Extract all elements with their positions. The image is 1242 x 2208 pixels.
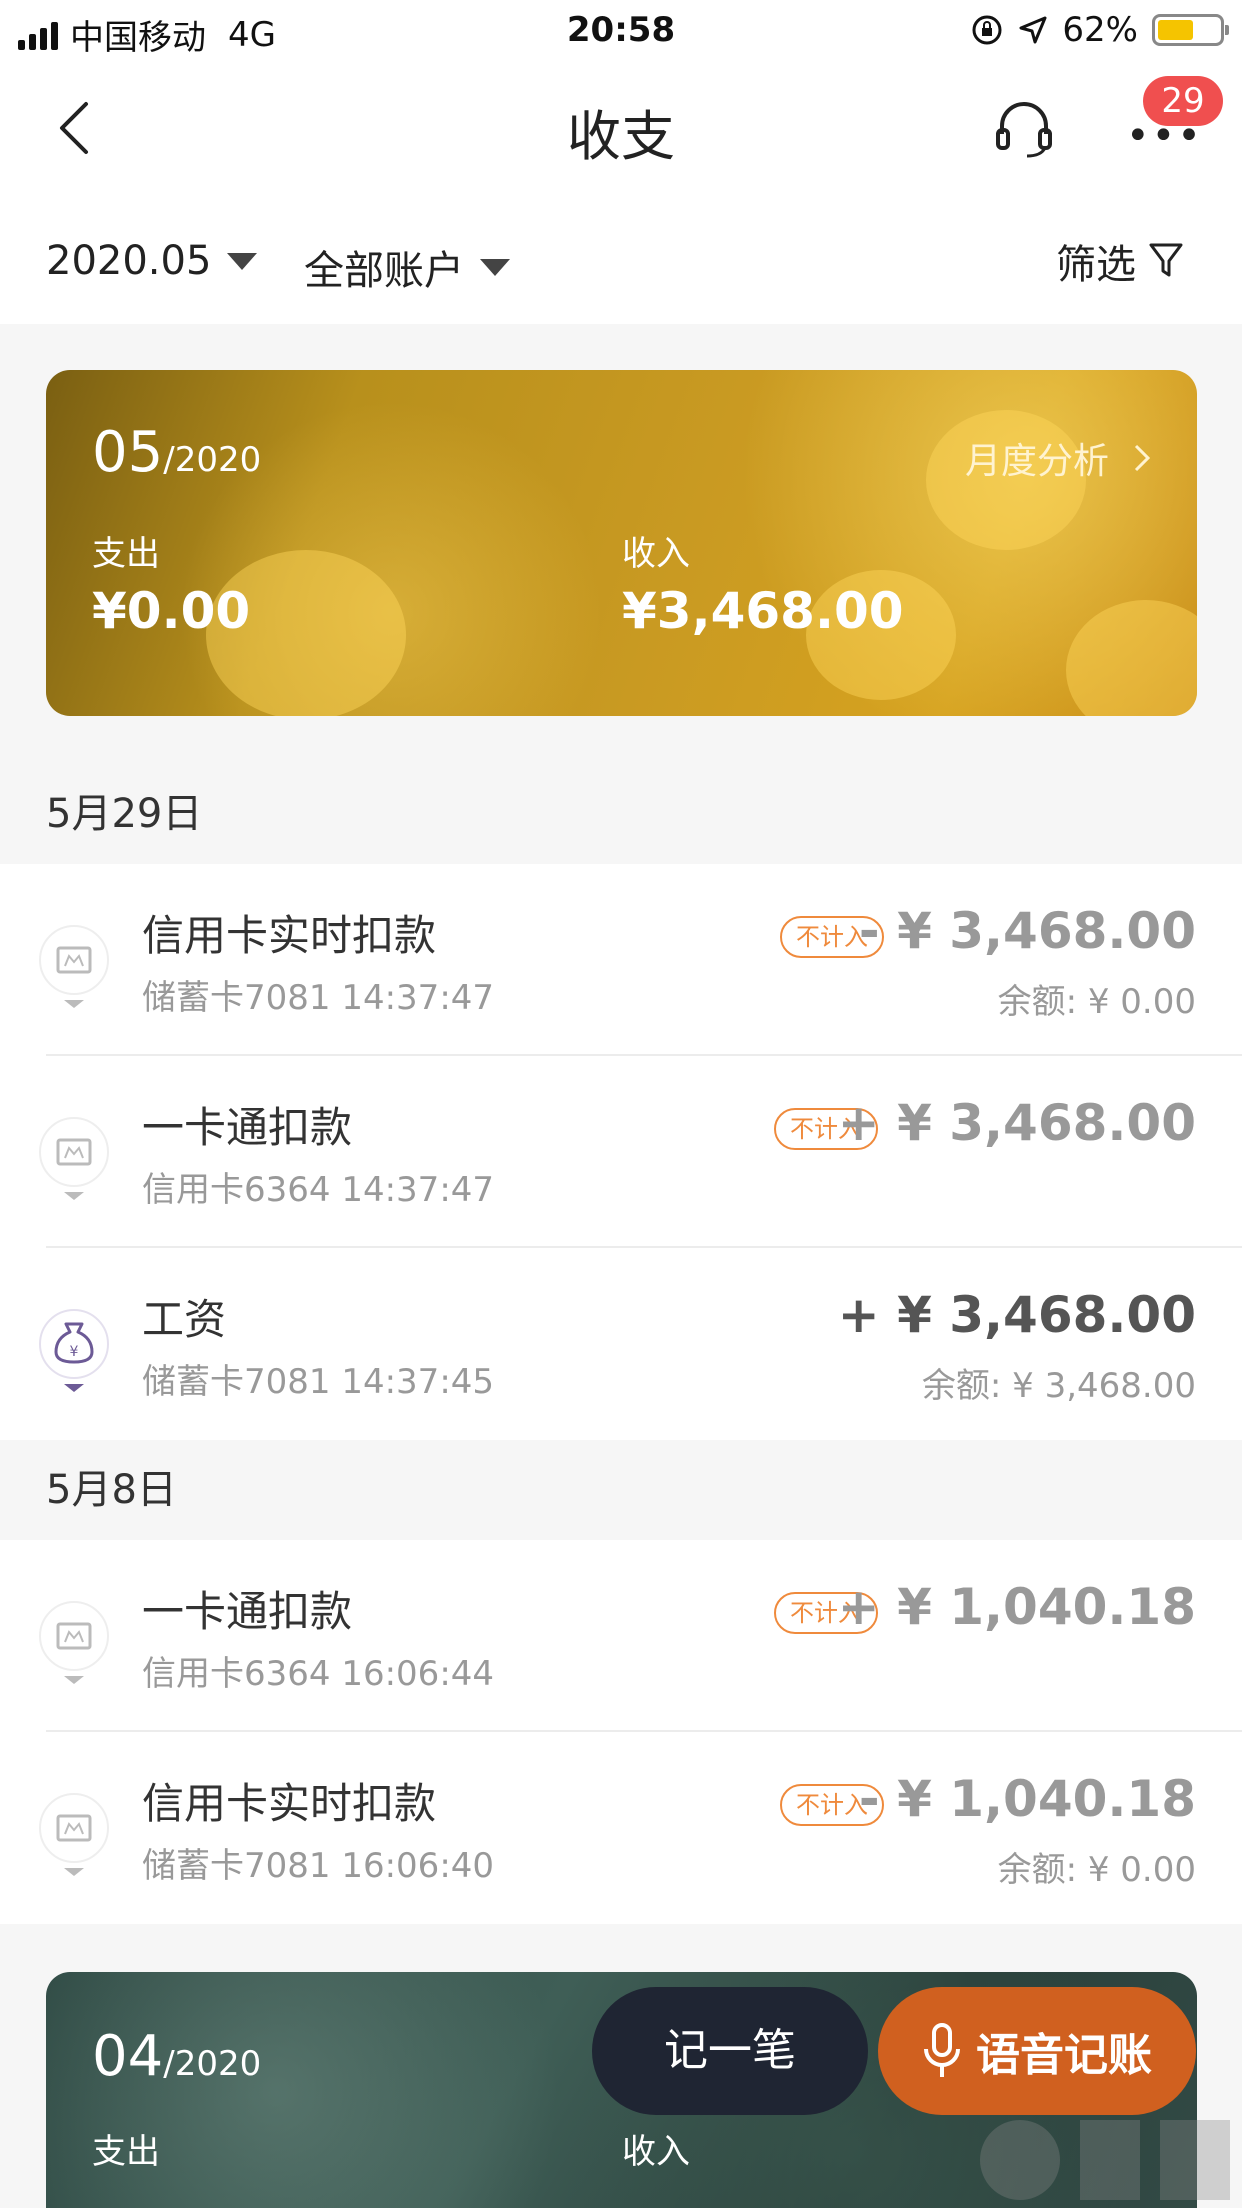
record-button[interactable]: 记一笔 bbox=[592, 1987, 868, 2115]
account-selector[interactable]: 全部账户 bbox=[304, 238, 510, 296]
transaction-title: 工资 bbox=[142, 1295, 227, 1344]
voice-record-button[interactable]: 语音记账 bbox=[878, 1987, 1196, 2115]
headset-icon[interactable] bbox=[994, 98, 1054, 158]
funnel-icon bbox=[1149, 243, 1183, 277]
transaction-meta: 储蓄卡7081 14:37:45 bbox=[142, 1362, 495, 1402]
more-icon: ••• bbox=[1126, 113, 1203, 159]
transaction-meta: 储蓄卡7081 16:06:40 bbox=[142, 1846, 495, 1886]
summary-month: 05/2020 bbox=[92, 420, 261, 485]
chevron-down-icon bbox=[227, 252, 258, 270]
monthly-analysis-link[interactable]: 月度分析 bbox=[965, 432, 1151, 484]
income-amount: ¥3,468.00 bbox=[622, 582, 904, 640]
page-title: 收支 bbox=[567, 105, 675, 168]
monthly-summary-card[interactable]: 05/2020 月度分析 支出 ¥0.00 收入 ¥3,468.00 bbox=[46, 370, 1197, 716]
expense-label: 支出 bbox=[92, 2132, 160, 2172]
svg-text:¥: ¥ bbox=[70, 1344, 79, 1360]
month-selector-label: 2020.05 bbox=[46, 238, 212, 284]
card-icon bbox=[39, 925, 109, 1008]
chevron-down-icon bbox=[480, 258, 510, 276]
transaction-amount: + ¥ 3,468.00 bbox=[837, 1286, 1196, 1344]
card-icon bbox=[39, 1117, 109, 1200]
battery-icon bbox=[1152, 14, 1229, 46]
transaction-item[interactable]: ¥ 工资 储蓄卡7081 14:37:45 + ¥ 3,468.00 余额: ¥… bbox=[0, 1248, 1242, 1440]
chevron-right-icon bbox=[1134, 444, 1151, 472]
transaction-title: 一卡通扣款 bbox=[142, 1587, 353, 1636]
transaction-amount: + ¥ 1,040.18 bbox=[837, 1578, 1196, 1636]
expense-amount: ¥0.00 bbox=[92, 582, 251, 640]
income-label: 收入 bbox=[622, 534, 690, 574]
mic-icon bbox=[924, 2023, 960, 2077]
transaction-amount: + ¥ 3,468.00 bbox=[837, 1094, 1196, 1152]
transaction-balance: 余额: ¥ 0.00 bbox=[997, 1850, 1196, 1890]
expense-label: 支出 bbox=[92, 534, 160, 574]
location-icon bbox=[1019, 16, 1047, 44]
month-selector[interactable]: 2020.05 bbox=[46, 238, 258, 284]
transaction-amount: - ¥ 1,040.18 bbox=[858, 1770, 1196, 1828]
filter-bar: 2020.05 全部账户 筛选 bbox=[0, 192, 1242, 324]
transaction-meta: 信用卡6364 16:06:44 bbox=[142, 1654, 495, 1694]
summary-year: /2020 bbox=[163, 440, 262, 480]
transaction-item[interactable]: 一卡通扣款 信用卡6364 14:37:47 不计入 + ¥ 3,468.00 bbox=[0, 1056, 1242, 1248]
voice-record-label: 语音记账 bbox=[976, 2030, 1152, 2081]
transaction-item[interactable]: 一卡通扣款 信用卡6364 16:06:44 不计入 + ¥ 1,040.18 bbox=[0, 1540, 1242, 1732]
transaction-title: 信用卡实时扣款 bbox=[142, 911, 437, 960]
battery-percent: 62% bbox=[1062, 10, 1138, 50]
transaction-meta: 信用卡6364 14:37:47 bbox=[142, 1170, 495, 1210]
date-header: 5月29日 bbox=[0, 764, 1242, 864]
summary-month: 04/2020 bbox=[92, 2024, 261, 2089]
transaction-meta: 储蓄卡7081 14:37:47 bbox=[142, 978, 495, 1018]
money-bag-icon: ¥ bbox=[39, 1309, 109, 1392]
filter-button-label: 筛选 bbox=[1056, 242, 1136, 288]
account-selector-label: 全部账户 bbox=[304, 248, 464, 294]
monthly-analysis-label: 月度分析 bbox=[964, 441, 1109, 482]
notification-badge: 29 bbox=[1143, 76, 1223, 126]
date-header: 5月8日 bbox=[0, 1440, 1242, 1540]
transaction-title: 信用卡实时扣款 bbox=[142, 1779, 437, 1828]
transaction-list: 信用卡实时扣款 储蓄卡7081 14:37:47 不计入 - ¥ 3,468.0… bbox=[0, 864, 1242, 1440]
status-right: 62% bbox=[970, 10, 1229, 50]
nav-bar: 收支 ••• bbox=[0, 62, 1242, 192]
rotation-lock-icon bbox=[972, 15, 1002, 45]
income-label: 收入 bbox=[622, 2132, 690, 2172]
summary-year: /2020 bbox=[163, 2044, 262, 2084]
transaction-balance: 余额: ¥ 0.00 bbox=[997, 982, 1196, 1022]
transaction-item[interactable]: 信用卡实时扣款 储蓄卡7081 16:06:40 不计入 - ¥ 1,040.1… bbox=[0, 1732, 1242, 1924]
filter-button[interactable]: 筛选 bbox=[1056, 232, 1184, 290]
transaction-list: 一卡通扣款 信用卡6364 16:06:44 不计入 + ¥ 1,040.18 … bbox=[0, 1540, 1242, 1924]
summary-month-number: 05 bbox=[92, 420, 164, 485]
transaction-title: 一卡通扣款 bbox=[142, 1103, 353, 1152]
transaction-balance: 余额: ¥ 3,468.00 bbox=[921, 1366, 1196, 1406]
watermark-logo bbox=[980, 2120, 1230, 2200]
transaction-item[interactable]: 信用卡实时扣款 储蓄卡7081 14:37:47 不计入 - ¥ 3,468.0… bbox=[0, 864, 1242, 1056]
status-bar: 中国移动 4G 20:58 62% bbox=[0, 0, 1242, 62]
card-icon bbox=[39, 1793, 109, 1876]
transaction-amount: - ¥ 3,468.00 bbox=[858, 902, 1196, 960]
summary-month-number: 04 bbox=[92, 2024, 164, 2089]
card-icon bbox=[39, 1601, 109, 1684]
